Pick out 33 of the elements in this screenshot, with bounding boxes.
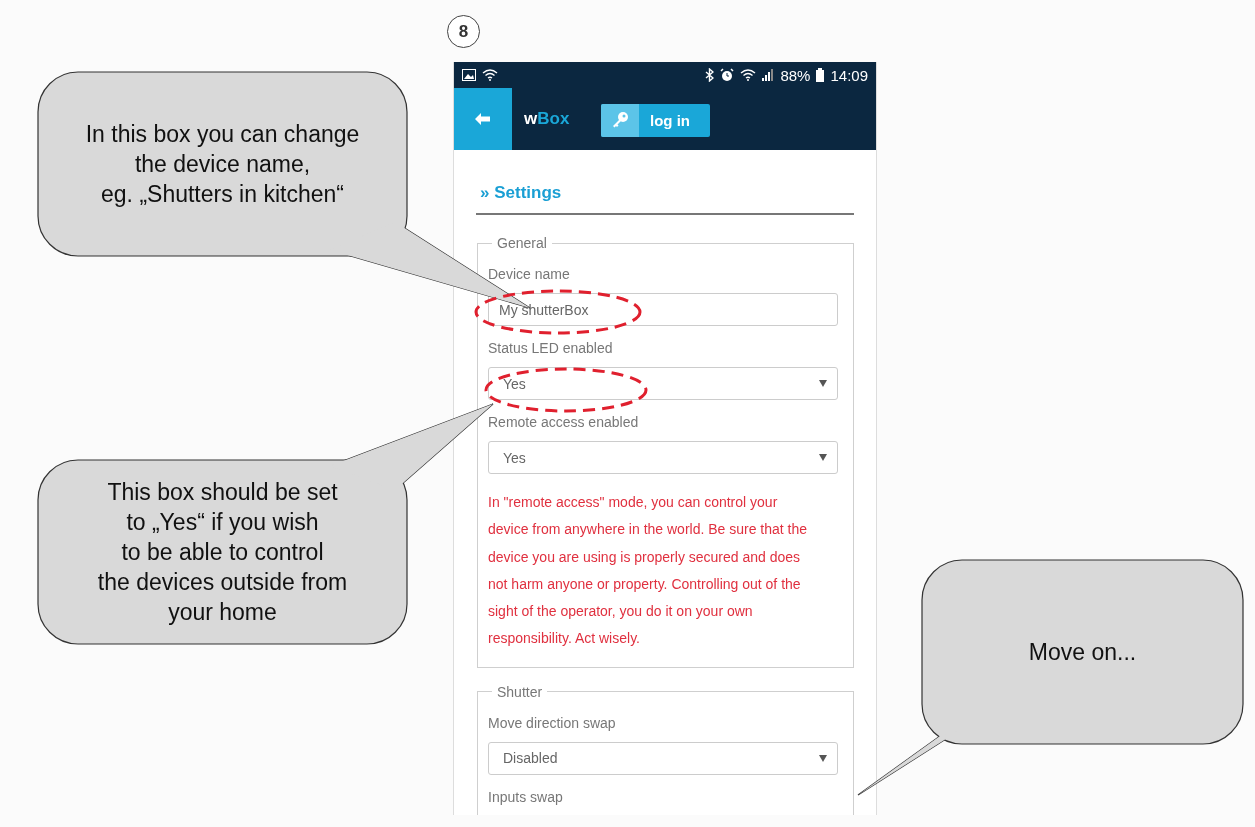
dropdown-field[interactable]: Yes (488, 441, 838, 474)
key-icon (611, 111, 629, 129)
dropdown-caret-icon (819, 454, 827, 461)
callout-text: In this box you can change the device name, eg. „Shutters in kitchen“ (85, 120, 360, 209)
wifi-icon (740, 69, 757, 81)
field-label: Device name (488, 265, 571, 283)
callout-text: Move on... (1028, 638, 1137, 667)
alarm-icon (720, 68, 735, 82)
warning-text: In "remote access" mode, you can control your device from anywhere in the world. Be sure that the device you are using is properly secured and does not harm anyone or property. Controlling out of the sight of the operator, you do it on your own responsibility. Act wisely. (488, 493, 809, 649)
signal-icon (762, 69, 775, 81)
group-legend: Shutter (492, 683, 548, 700)
battery-percent: 88% (780, 66, 811, 84)
dropdown-caret-icon (819, 754, 827, 762)
text-field[interactable]: My shutterBox (488, 293, 838, 326)
field-label: Inputs swap (488, 787, 564, 806)
wifi-icon (482, 69, 498, 81)
clock-time: 14:09 (830, 66, 868, 84)
field-label: Status LED enabled (488, 339, 614, 357)
dropdown-field[interactable]: Disabled (488, 741, 838, 775)
group-legend: General (492, 235, 552, 251)
back-button[interactable] (454, 88, 512, 150)
field-label: Move direction swap (488, 713, 617, 732)
bluetooth-icon (705, 68, 715, 82)
image-icon (462, 69, 476, 81)
dropdown-caret-icon (819, 380, 827, 387)
section-title: » Settings (480, 183, 563, 203)
callout-text: This box should be set to „Yes“ if you wish to be able to control the devices outside from your home (97, 478, 348, 627)
field-label: Remote access enabled (488, 413, 640, 431)
back-arrow-icon (475, 113, 491, 125)
step-number: 8 (447, 15, 480, 48)
battery-icon (816, 68, 825, 82)
dropdown-field[interactable]: Yes (488, 367, 838, 400)
app-title: wBox (524, 109, 571, 129)
